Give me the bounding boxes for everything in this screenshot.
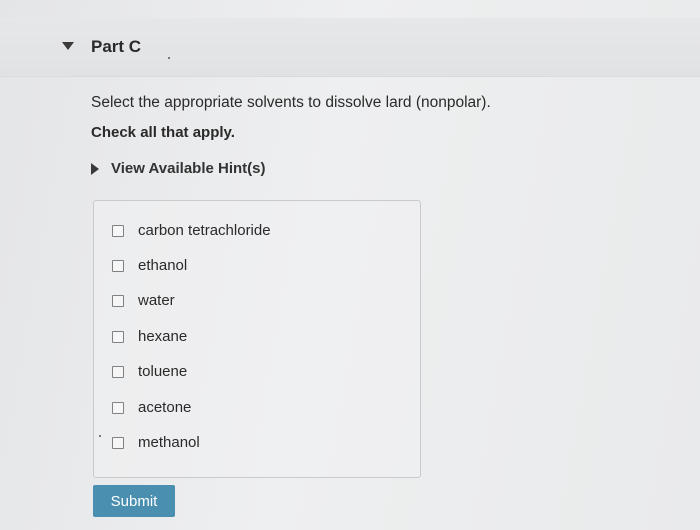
choice-label: hexane [138,328,188,345]
collapse-part-toggle[interactable] [58,36,78,56]
choice-methanol[interactable]: methanol [112,434,200,451]
choice-carbon-tetrachloride[interactable]: carbon tetrachloride [112,222,271,239]
part-title: Part C [91,37,142,56]
choice-label: methanol [138,434,200,451]
checkbox[interactable] [112,436,124,449]
choice-ethanol[interactable]: ethanol [112,257,187,274]
choice-label: acetone [138,399,192,416]
choice-label: water [138,292,175,309]
checkbox[interactable] [112,330,124,343]
view-hints-toggle[interactable]: View Available Hint(s) [91,160,266,177]
checkbox[interactable] [112,294,124,307]
checkbox[interactable] [112,365,124,378]
choice-label: toluene [138,363,188,380]
choice-label: ethanol [138,257,188,274]
choice-toluene[interactable]: toluene [112,363,187,380]
caret-down-icon [62,42,74,50]
choices-list: carbon tetrachloride ethanol water hexan… [93,200,421,478]
checkbox[interactable] [112,224,124,237]
question-text: Select the appropriate solvents to disso… [91,94,491,111]
instruction-text: Check all that apply. [91,124,235,141]
checkbox[interactable] [112,401,124,414]
choice-hexane[interactable]: hexane [112,328,187,345]
decorative-dot [168,57,170,59]
choice-acetone[interactable]: acetone [112,399,191,416]
hint-label: View Available Hint(s) [111,160,266,177]
choice-label: carbon tetrachloride [138,222,271,239]
choice-water[interactable]: water [112,292,175,309]
checkbox[interactable] [112,259,124,272]
submit-button[interactable]: Submit [93,485,175,517]
caret-right-icon [91,162,99,175]
decorative-dot [99,435,101,437]
assignment-panel: Part C Select the appropriate solvents t… [0,0,700,530]
